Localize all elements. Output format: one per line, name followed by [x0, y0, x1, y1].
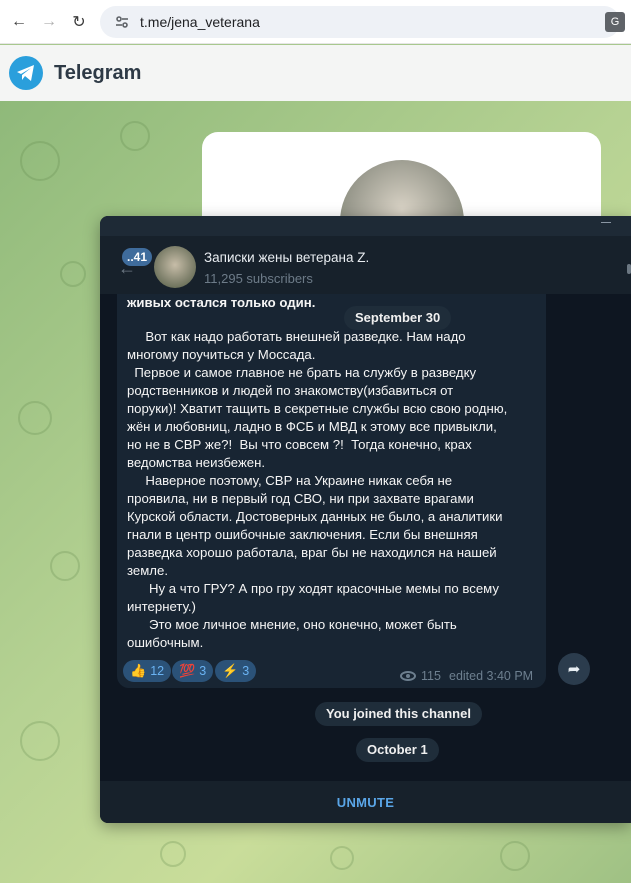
reaction-thumbs-up[interactable]: 👍 12	[123, 660, 172, 682]
message-line: Курской области. Достоверных данных не б…	[127, 509, 503, 524]
eye-icon	[400, 671, 416, 681]
telegram-title: Telegram	[54, 61, 142, 84]
browser-toolbar: ← → ↻ t.me/jena_veterana G	[0, 0, 631, 44]
reload-icon[interactable]: ↻	[68, 11, 90, 33]
message-line: ведомства неизбежен.	[127, 455, 266, 470]
message-line: Вот как надо работать внешней разведке. …	[127, 329, 466, 344]
message-line: Это мое личное мнение, оно конечно, може…	[127, 617, 457, 632]
reaction-lightning[interactable]: ⚡ 3	[215, 660, 257, 682]
unmute-button[interactable]: UNMUTE	[337, 795, 394, 810]
lightning-icon: ⚡	[222, 663, 239, 678]
site-settings-icon[interactable]	[112, 12, 132, 32]
thumbs-up-icon: 👍	[130, 663, 147, 678]
share-button[interactable]: ➦	[558, 653, 590, 685]
channel-subscribers: 11,295 subscribers	[204, 271, 313, 286]
translate-icon[interactable]: G	[605, 12, 625, 32]
message-line: ошибочным.	[127, 635, 204, 650]
message-top-line: живых остался только один.	[127, 295, 316, 310]
message-line: Наверное поэтому, СВР на Украине никак с…	[127, 473, 453, 488]
more-icon[interactable]	[627, 264, 631, 274]
unread-badge: ..41	[122, 248, 153, 266]
url-text: t.me/jena_veterana	[140, 13, 260, 30]
reaction-count: 12	[150, 664, 165, 678]
views-counter: 115	[400, 669, 441, 683]
message-line: разведка хорошо работала, враг бы не нах…	[127, 545, 497, 560]
chat-footer: UNMUTE	[100, 781, 631, 823]
message-line: жён и любовниц, ладно в ФСБ и МВД к этом…	[127, 419, 497, 434]
reaction-count: 3	[242, 664, 250, 678]
message-line: проявила, ни в первый год СВО, ни при за…	[127, 491, 474, 506]
date-pill-october: October 1	[356, 738, 439, 762]
message-line: многому поучиться у Моссада.	[127, 347, 316, 362]
message-line: Ну а что ГРУ? А про гру ходят красочные …	[127, 581, 499, 596]
forward-icon[interactable]: →	[38, 11, 60, 33]
message-line: родственников и людей по знакомству(изба…	[127, 383, 454, 398]
window-titlebar	[100, 216, 631, 236]
address-bar[interactable]: t.me/jena_veterana	[100, 5, 620, 38]
message-line: гнали в центр ошибочные заключения. Если…	[127, 527, 478, 542]
views-count: 115	[421, 669, 441, 683]
chat-area: живых остался только один. September 30 …	[100, 294, 631, 781]
message-line: но не в СВР же?! Вы что совсем ?! Тогда …	[127, 437, 472, 452]
telegram-header: Telegram	[0, 45, 631, 101]
telegram-window: ← ..41 Записки жены ветерана Z. 11,295 s…	[100, 216, 631, 823]
reaction-count: 3	[199, 664, 207, 678]
joined-channel-pill: You joined this channel	[315, 702, 482, 726]
message-line: земле.	[127, 563, 168, 578]
share-icon: ➦	[567, 661, 581, 678]
reaction-hundred[interactable]: 💯 3	[172, 660, 214, 682]
message-line: интернету.)	[127, 599, 196, 614]
hundred-icon: 💯	[179, 663, 196, 678]
edited-time: edited 3:40 PM	[449, 669, 534, 683]
minimize-icon[interactable]	[601, 222, 611, 223]
chat-header[interactable]: ← ..41 Записки жены ветерана Z. 11,295 s…	[100, 236, 631, 294]
message-line: Первое и самое главное не брать на служб…	[127, 365, 477, 380]
date-pill-september: September 30	[344, 306, 452, 330]
message-line: поруки)! Хватит тащить в секретные служб…	[127, 401, 508, 416]
channel-name: Записки жены ветерана Z.	[204, 250, 370, 265]
telegram-logo-icon	[9, 56, 43, 90]
back-icon[interactable]: ←	[8, 11, 30, 33]
channel-avatar[interactable]	[154, 246, 196, 288]
